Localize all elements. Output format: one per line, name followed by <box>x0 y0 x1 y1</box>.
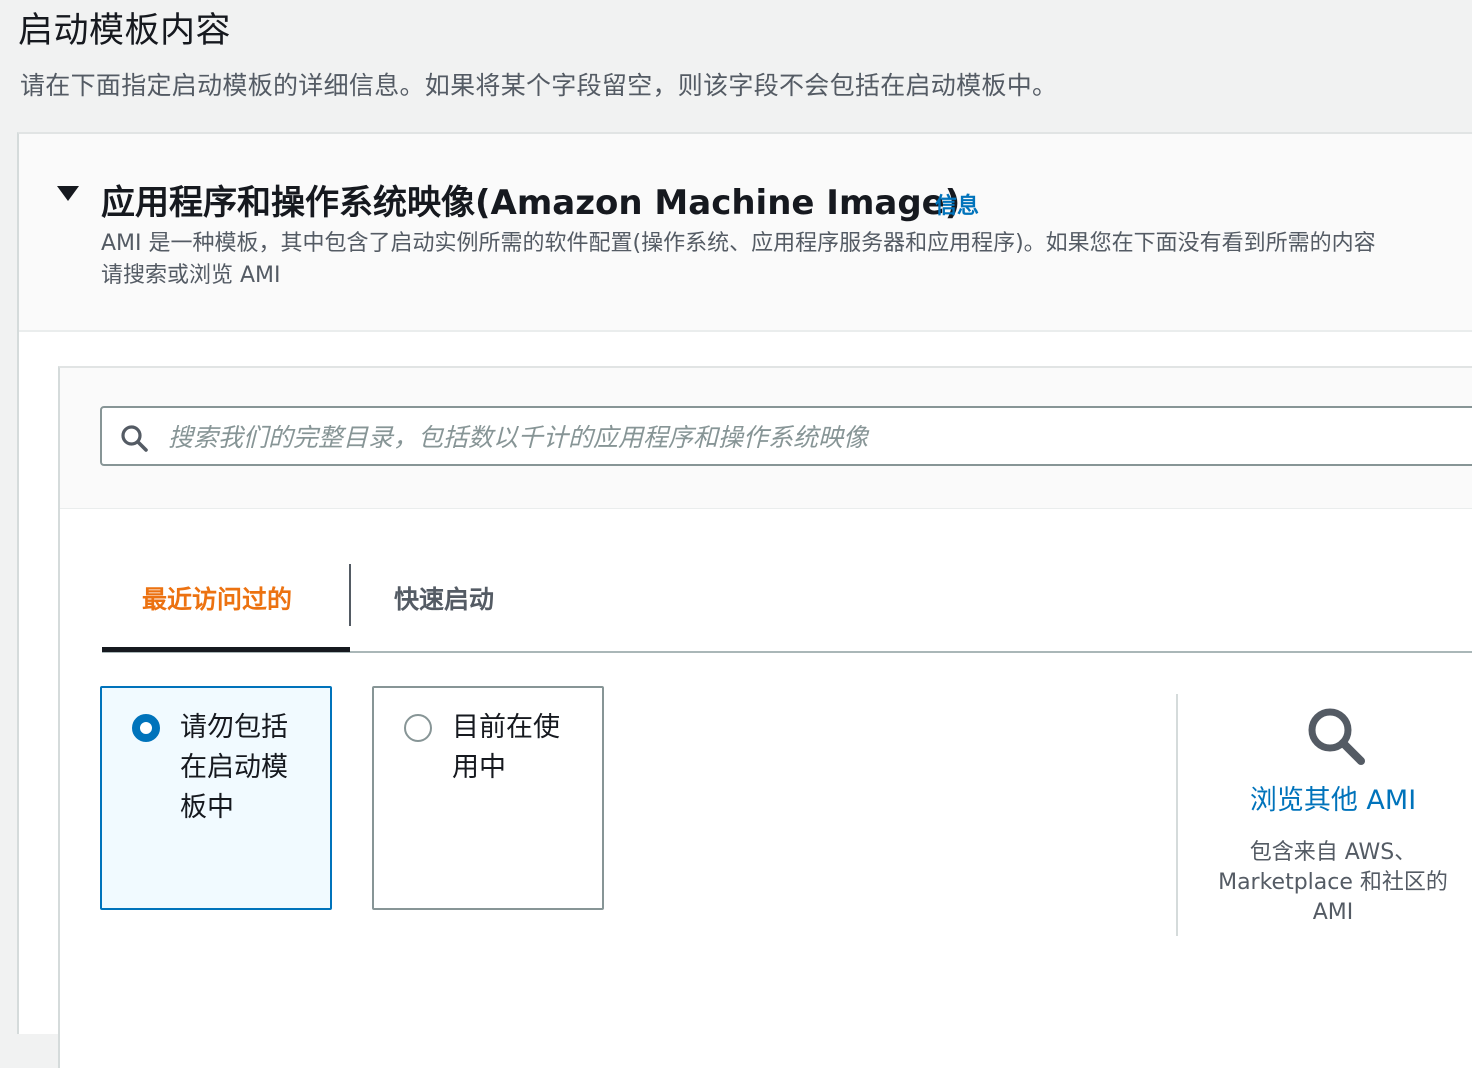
tab-separator <box>349 564 351 626</box>
browse-more-amis-link[interactable]: 浏览其他 AMI <box>1178 778 1472 817</box>
search-area <box>60 368 1472 509</box>
section-description-line-2: 请搜索或浏览 AMI <box>101 263 281 288</box>
ami-option-label: 目前在使用中 <box>452 712 560 783</box>
page-description: 请在下面指定启动模板的详细信息。如果将某个字段留空，则该字段不会包括在启动模板中… <box>20 71 1058 100</box>
caret-down-icon[interactable] <box>57 186 79 201</box>
tab-quick-start[interactable]: 快速启动 <box>394 580 494 616</box>
ami-section-container: 应用程序和操作系统映像(Amazon Machine Image) 信息 AMI… <box>17 132 1472 1068</box>
ami-section-header: 应用程序和操作系统映像(Amazon Machine Image) 信息 AMI… <box>19 134 1472 332</box>
section-description: AMI 是一种模板，其中包含了启动实例所需的软件配置(操作系统、应用程序服务器和… <box>101 228 1472 292</box>
search-icon <box>121 425 148 452</box>
info-link[interactable]: 信息 <box>935 188 979 220</box>
browse-description: 包含来自 AWS、Marketplace 和社区的 AMI <box>1218 840 1448 925</box>
active-tab-indicator <box>102 647 350 652</box>
section-description-line-1: AMI 是一种模板，其中包含了启动实例所需的软件配置(操作系统、应用程序服务器和… <box>101 231 1376 256</box>
section-title[interactable]: 应用程序和操作系统映像(Amazon Machine Image) <box>101 175 960 224</box>
radio-unchecked-icon[interactable] <box>404 714 432 742</box>
page-title: 启动模板内容 <box>18 11 232 51</box>
ami-search-input[interactable] <box>166 408 1470 466</box>
ami-selection-panel: 最近访问过的 快速启动 请勿包括在启动模板中 目前在使用中 浏览其他 AMI 包… <box>58 366 1472 1068</box>
ami-option-do-not-include[interactable]: 请勿包括在启动模板中 <box>100 686 332 910</box>
radio-checked-icon[interactable] <box>132 714 160 742</box>
ami-search-box[interactable] <box>100 406 1472 466</box>
ami-option-label: 请勿包括在启动模板中 <box>180 712 288 823</box>
ami-option-currently-in-use[interactable]: 目前在使用中 <box>372 686 604 910</box>
tab-recently-visited[interactable]: 最近访问过的 <box>142 580 292 616</box>
search-icon[interactable] <box>1304 704 1368 768</box>
